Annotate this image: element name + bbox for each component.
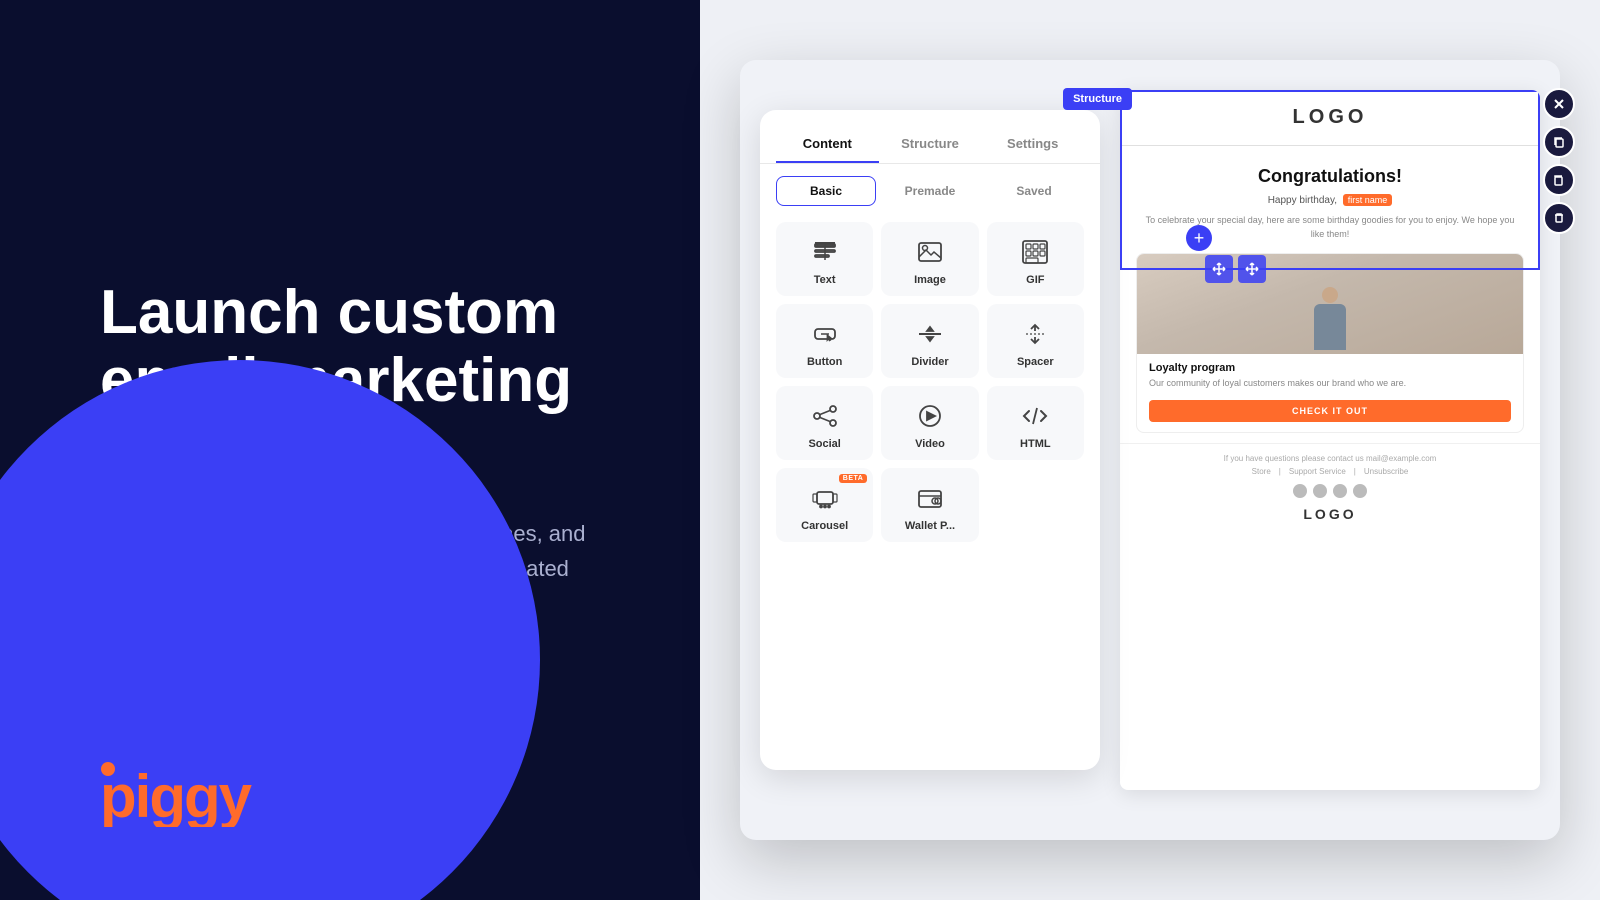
carousel-icon (811, 484, 839, 512)
piggy-logo: piggy (100, 757, 280, 840)
tab-content[interactable]: Content (776, 126, 879, 163)
add-section-button[interactable]: + (1186, 225, 1212, 251)
editor-window: Structure (740, 60, 1560, 840)
image-icon (916, 238, 944, 266)
spacer-icon (1021, 320, 1049, 348)
sub-tabs: Basic Premade Saved (760, 164, 1100, 214)
svg-text:piggy: piggy (100, 763, 253, 827)
left-panel: Launch custom email marketing campaigns.… (0, 0, 720, 900)
content-item-social[interactable]: Social (776, 386, 873, 460)
social-icon-3 (1333, 484, 1347, 498)
text-label: Text (814, 274, 836, 286)
move-handle-1[interactable] (1205, 255, 1233, 283)
html-icon (1021, 402, 1049, 430)
content-item-image[interactable]: Image (881, 222, 978, 296)
panel-tabs: Content Structure Settings (760, 110, 1100, 164)
html-label: HTML (1020, 438, 1051, 450)
copy-button-1[interactable] (1543, 126, 1575, 158)
footer-links: Store | Support Service | Unsubscribe (1136, 467, 1524, 476)
close-button[interactable] (1543, 88, 1575, 120)
content-item-video[interactable]: Video (881, 386, 978, 460)
content-panel: Content Structure Settings Basic Premade… (760, 110, 1100, 770)
content-item-gif[interactable]: GIF (987, 222, 1084, 296)
product-image (1137, 254, 1523, 354)
social-icon-4 (1353, 484, 1367, 498)
product-card: Loyalty program Our community of loyal c… (1136, 253, 1524, 433)
email-canvas: LOGO Congratulations! Happy birthday, fi… (1120, 90, 1540, 790)
right-panel: Structure (700, 0, 1600, 900)
editor-controls (1543, 88, 1575, 234)
product-info: Loyalty program Our community of loyal c… (1137, 354, 1523, 394)
gif-icon (1021, 238, 1049, 266)
tab-settings[interactable]: Settings (981, 126, 1084, 163)
wallet-label: Wallet P... (905, 520, 955, 532)
button-label: Button (807, 356, 842, 368)
email-congrats-title: Congratulations! (1144, 166, 1516, 187)
social-label: Social (808, 438, 840, 450)
video-icon (916, 402, 944, 430)
move-handle-2[interactable] (1238, 255, 1266, 283)
content-item-html[interactable]: HTML (987, 386, 1084, 460)
carousel-label: Carousel (801, 520, 848, 532)
subtab-premade[interactable]: Premade (880, 176, 980, 206)
text-icon (811, 238, 839, 266)
social-icons-row (1136, 484, 1524, 498)
wallet-icon (916, 484, 944, 512)
footer-text: If you have questions please contact us … (1136, 454, 1524, 463)
first-name-highlight: first name (1343, 194, 1393, 206)
beta-badge: BETA (839, 474, 868, 483)
subtab-saved[interactable]: Saved (984, 176, 1084, 206)
content-item-divider[interactable]: Divider (881, 304, 978, 378)
product-title: Loyalty program (1149, 362, 1511, 374)
social-icon-2 (1313, 484, 1327, 498)
email-congratulations-section: Congratulations! Happy birthday, first n… (1120, 146, 1540, 253)
structure-button[interactable]: Structure (1063, 88, 1132, 110)
cta-button[interactable]: CHECK IT OUT (1149, 400, 1511, 422)
footer-logo: LOGO (1136, 506, 1524, 522)
copy-button-2[interactable] (1543, 164, 1575, 196)
divider-icon (916, 320, 944, 348)
content-item-carousel[interactable]: BETA Carousel (776, 468, 873, 542)
email-footer: If you have questions please contact us … (1120, 443, 1540, 532)
spacer-label: Spacer (1017, 356, 1054, 368)
button-icon (811, 320, 839, 348)
content-grid: Text Image (760, 214, 1100, 550)
subtab-basic[interactable]: Basic (776, 176, 876, 206)
tab-structure[interactable]: Structure (879, 126, 982, 163)
content-item-button[interactable]: Button (776, 304, 873, 378)
delete-button[interactable] (1543, 202, 1575, 234)
gif-label: GIF (1026, 274, 1044, 286)
content-item-wallet[interactable]: Wallet P... (881, 468, 978, 542)
image-label: Image (914, 274, 946, 286)
social-icon-1 (1293, 484, 1307, 498)
email-logo-bar: LOGO (1120, 90, 1540, 146)
content-item-spacer[interactable]: Spacer (987, 304, 1084, 378)
content-item-text[interactable]: Text (776, 222, 873, 296)
product-desc: Our community of loyal customers makes o… (1149, 377, 1511, 390)
email-logo-text: LOGO (1293, 106, 1368, 129)
video-label: Video (915, 438, 945, 450)
divider-label: Divider (911, 356, 948, 368)
social-icon (811, 402, 839, 430)
